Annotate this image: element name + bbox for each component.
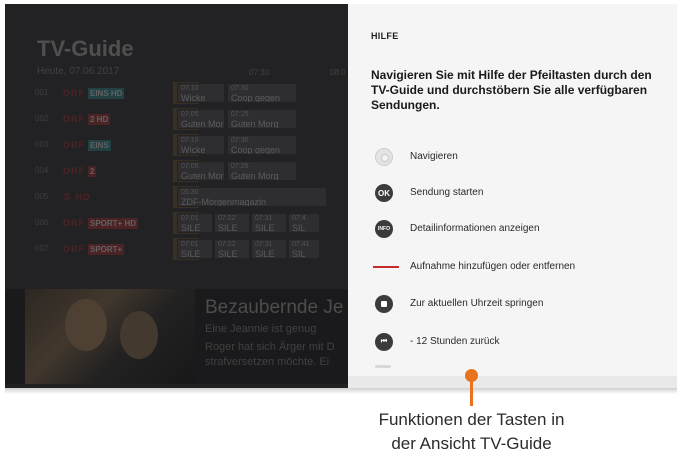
help-panel: HILFE Navigieren Sie mit Hilfe der Pfeil… xyxy=(348,4,677,376)
dim-overlay xyxy=(5,4,348,388)
stop-button-icon xyxy=(375,295,393,313)
red-button-icon xyxy=(373,258,399,276)
manual-figure: TV-Guide Heute, 07.06.2017 07:30 08:0 00… xyxy=(0,0,683,467)
callout-line xyxy=(470,376,473,406)
tv-guide: TV-Guide Heute, 07.06.2017 07:30 08:0 00… xyxy=(5,4,348,388)
help-item-label: Sendung starten xyxy=(410,187,484,198)
help-item-navigate: Navigieren xyxy=(371,146,671,168)
panel-footer xyxy=(348,376,677,388)
tv-screen: TV-Guide Heute, 07.06.2017 07:30 08:0 00… xyxy=(5,4,677,388)
ok-button-icon: OK xyxy=(375,184,393,202)
screen-shadow xyxy=(5,388,677,394)
help-item-label: Aufnahme hinzufügen oder entfernen xyxy=(410,261,576,272)
help-intro: Navigieren Sie mit Hilfe der Pfeiltasten… xyxy=(371,68,652,112)
help-item-label: Navigieren xyxy=(410,151,458,162)
caption-line: der Ansicht TV-Guide xyxy=(391,434,552,453)
help-item-play: OK Sendung starten xyxy=(371,182,671,204)
partial-item-icon xyxy=(375,365,391,368)
info-button-icon: INFO xyxy=(375,220,393,238)
help-item-label: - 12 Stunden zurück xyxy=(410,336,500,347)
scroll-fade xyxy=(348,349,677,376)
help-item-record: Aufnahme hinzufügen oder entfernen xyxy=(371,256,671,278)
help-item-label: Zur aktuellen Uhrzeit springen xyxy=(410,298,544,309)
help-item-now: Zur aktuellen Uhrzeit springen xyxy=(371,293,671,315)
help-heading: HILFE xyxy=(371,31,399,41)
help-item-info: INFO Detailinformationen anzeigen xyxy=(371,218,671,240)
help-item-label: Detailinformationen anzeigen xyxy=(410,223,540,234)
caption-line: Funktionen der Tasten in xyxy=(378,410,565,429)
dpad-icon xyxy=(375,148,393,166)
